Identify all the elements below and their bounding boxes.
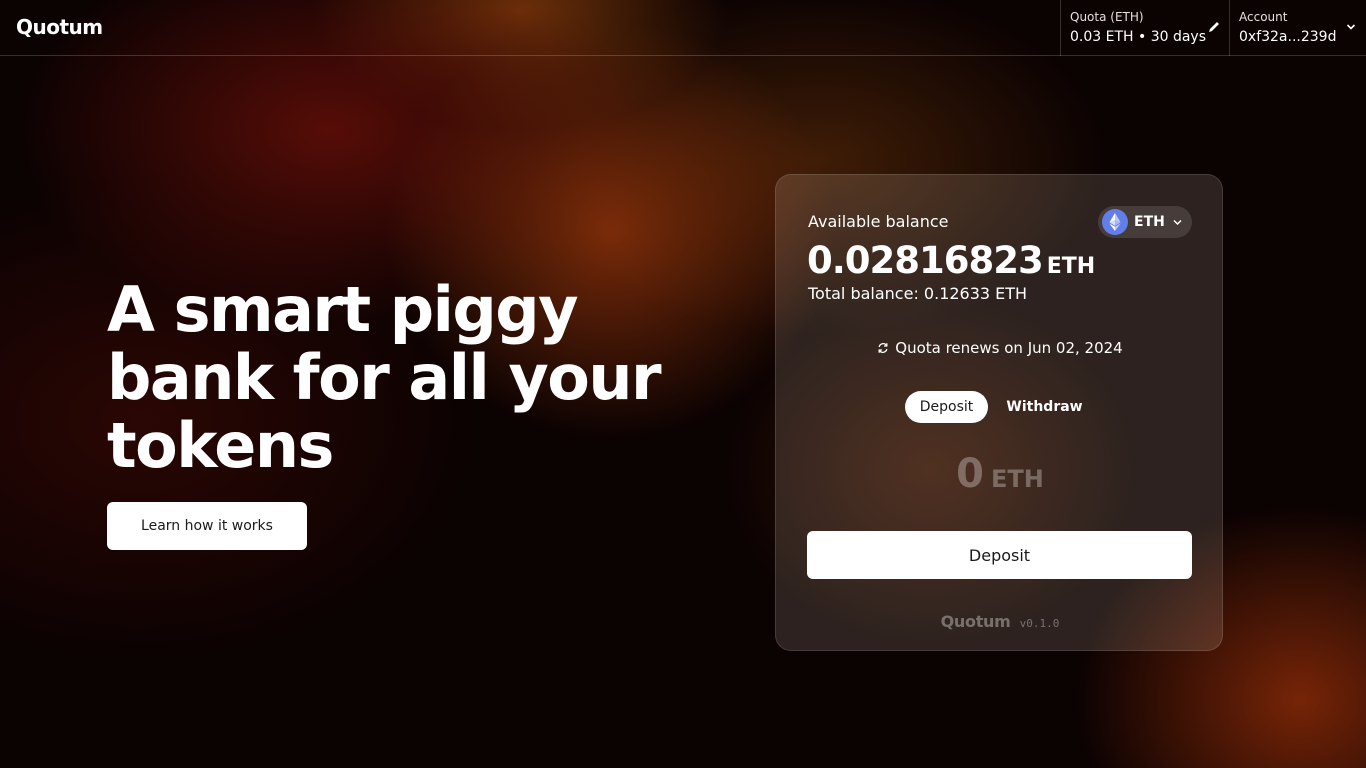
top-bar: Quotum Quota (ETH) 0.03 ETH • 30 days Ac… [0, 0, 1366, 56]
learn-how-it-works-button[interactable]: Learn how it works [107, 502, 307, 550]
logo[interactable]: Quotum [16, 15, 103, 39]
chevron-down-icon [1346, 24, 1356, 30]
account-address: 0xf32a...239d [1239, 29, 1337, 45]
amount-value: 0 [956, 451, 984, 497]
available-balance: 0.02816823 ETH [807, 239, 1095, 282]
hero-title: A smart piggy bank for all your tokens [107, 273, 662, 482]
amount-unit: ETH [991, 465, 1044, 493]
card-footer: Quotum v0.1.0 [776, 612, 1224, 631]
ethereum-icon [1102, 209, 1128, 235]
footer-logo: Quotum [940, 612, 1011, 631]
version-label: v0.1.0 [1019, 617, 1060, 630]
token-symbol: ETH [1134, 214, 1165, 230]
deposit-button[interactable]: Deposit [807, 531, 1192, 579]
quota-renew-text: Quota renews on Jun 02, 2024 [895, 339, 1123, 357]
balance-card: Available balance ETH 0.02816823 ETH Tota… [775, 174, 1223, 651]
chevron-down-icon [1173, 219, 1182, 226]
tab-withdraw[interactable]: Withdraw [997, 391, 1092, 423]
action-tabs: Deposit Withdraw [905, 391, 1095, 423]
quota-value: 0.03 ETH • 30 days [1070, 29, 1207, 45]
pencil-icon[interactable] [1207, 20, 1221, 34]
quota-selector[interactable]: Quota (ETH) 0.03 ETH • 30 days [1060, 0, 1229, 56]
balance-value: 0.02816823 [807, 239, 1044, 282]
token-selector[interactable]: ETH [1098, 206, 1192, 238]
refresh-icon [878, 343, 888, 353]
account-menu[interactable]: Account 0xf32a...239d [1229, 0, 1366, 56]
tab-deposit[interactable]: Deposit [905, 391, 988, 423]
balance-unit: ETH [1046, 254, 1096, 279]
quota-label: Quota (ETH) [1070, 10, 1144, 24]
account-label: Account [1239, 10, 1288, 24]
available-balance-label: Available balance [808, 212, 949, 231]
quota-renew-info: Quota renews on Jun 02, 2024 [776, 339, 1224, 357]
amount-input[interactable]: 0 ETH [776, 451, 1224, 497]
total-balance: Total balance: 0.12633 ETH [808, 284, 1028, 303]
